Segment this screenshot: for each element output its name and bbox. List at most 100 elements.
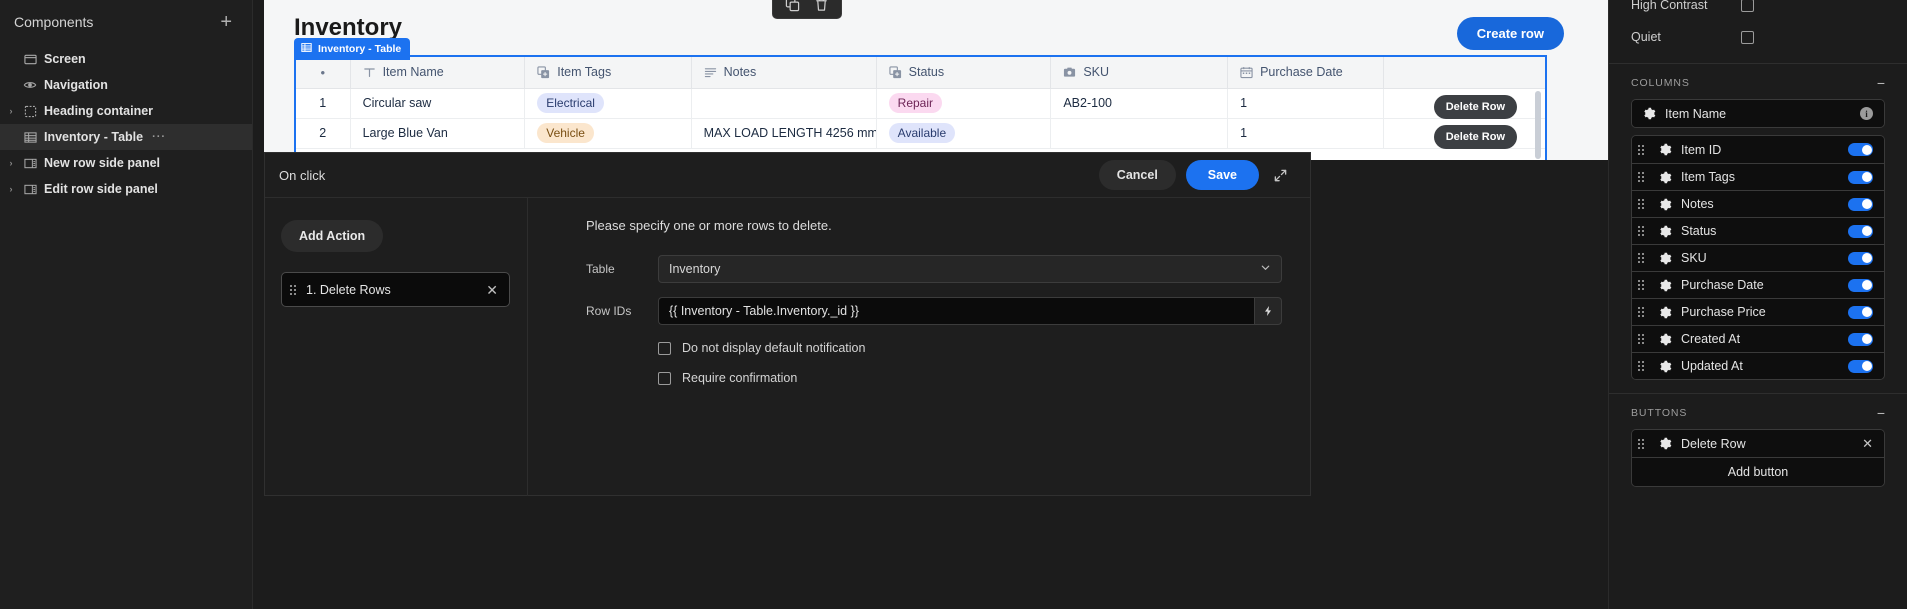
cancel-button[interactable]: Cancel <box>1098 160 1176 190</box>
drag-handle-icon[interactable] <box>290 284 296 295</box>
info-icon[interactable]: i <box>1860 107 1873 120</box>
column-visibility-toggle[interactable] <box>1848 359 1873 373</box>
gear-icon[interactable] <box>1659 198 1672 211</box>
add-button-button[interactable]: Add button <box>1632 457 1884 486</box>
minus-icon[interactable]: − <box>1877 406 1885 420</box>
require-confirmation-row[interactable]: Require confirmation <box>658 371 1282 385</box>
table-header-item-tags[interactable]: Item Tags <box>524 57 692 89</box>
save-button[interactable]: Save <box>1185 160 1259 190</box>
gear-icon[interactable] <box>1659 306 1672 319</box>
sidebar-item-inventory-table[interactable]: › Inventory - Table ··· <box>0 124 252 150</box>
trash-icon[interactable] <box>814 0 829 12</box>
cell-sku[interactable] <box>1050 118 1229 149</box>
chevron-right-icon[interactable]: › <box>4 184 18 194</box>
create-row-button[interactable]: Create row <box>1456 17 1564 50</box>
drag-handle-icon[interactable] <box>1638 199 1644 209</box>
column-row-item-tags[interactable]: Item Tags <box>1632 163 1884 190</box>
expand-icon[interactable] <box>1269 165 1292 186</box>
drag-handle-icon[interactable] <box>1638 438 1644 449</box>
column-row-item-name[interactable]: Item Name i <box>1632 100 1884 127</box>
delete-row-button[interactable]: Delete Row <box>1433 95 1517 119</box>
column-row-item-id[interactable]: Item ID <box>1632 136 1884 163</box>
high-contrast-checkbox[interactable] <box>1741 0 1754 12</box>
table-row[interactable]: 2 Large Blue Van Vehicle MAX LOAD LENGTH… <box>296 118 1545 149</box>
table-header-item-name[interactable]: Item Name <box>350 57 526 89</box>
table-header-sku[interactable]: SKU <box>1050 57 1229 89</box>
close-icon[interactable]: ✕ <box>486 283 498 297</box>
column-visibility-toggle[interactable] <box>1848 251 1873 265</box>
cell-sku[interactable]: AB2-100 <box>1050 88 1229 119</box>
column-visibility-toggle[interactable] <box>1848 278 1873 292</box>
add-action-button[interactable]: Add Action <box>281 220 384 252</box>
sidebar-item-heading-container[interactable]: › Heading container <box>0 98 252 124</box>
gear-icon[interactable] <box>1659 225 1672 238</box>
column-row-status[interactable]: Status <box>1632 217 1884 244</box>
column-visibility-toggle[interactable] <box>1848 332 1873 346</box>
sidebar-item-new-row-side-panel[interactable]: › New row side panel <box>0 150 252 176</box>
gear-icon[interactable] <box>1659 437 1672 450</box>
cell-status[interactable]: Available <box>876 118 1052 149</box>
column-row-sku[interactable]: SKU <box>1632 244 1884 271</box>
table-header-purchase-date[interactable]: Purchase Date <box>1227 57 1385 89</box>
cell-notes[interactable]: MAX LOAD LENGTH 4256 mm <box>691 118 877 149</box>
column-visibility-toggle[interactable] <box>1848 305 1873 319</box>
drag-handle-icon[interactable] <box>1638 172 1644 182</box>
sidebar-item-navigation[interactable]: › Navigation <box>0 72 252 98</box>
close-icon[interactable]: ✕ <box>1862 437 1873 450</box>
gear-icon[interactable] <box>1643 107 1656 120</box>
column-visibility-toggle[interactable] <box>1848 224 1873 238</box>
table-row[interactable]: 1 Circular saw Electrical Repair AB2-100… <box>296 88 1545 119</box>
delete-row-button[interactable]: Delete Row <box>1433 125 1517 149</box>
cell-item-tags[interactable]: Vehicle <box>524 118 692 149</box>
gear-icon[interactable] <box>1659 333 1672 346</box>
cell-purchase-date[interactable]: 1 <box>1227 118 1385 149</box>
column-visibility-toggle[interactable] <box>1848 143 1873 156</box>
minus-icon[interactable]: − <box>1877 76 1885 90</box>
selected-component-badge[interactable]: Inventory - Table <box>294 38 411 60</box>
drag-handle-icon[interactable] <box>1638 334 1644 344</box>
cell-status[interactable]: Repair <box>876 88 1052 119</box>
cell-item-name[interactable]: Large Blue Van <box>350 118 526 149</box>
drag-handle-icon[interactable] <box>1638 280 1644 290</box>
cell-item-name[interactable]: Circular saw <box>350 88 526 119</box>
action-list-item[interactable]: 1. Delete Rows ✕ <box>281 272 510 307</box>
column-row-updated-at[interactable]: Updated At <box>1632 352 1884 379</box>
gear-icon[interactable] <box>1659 252 1672 265</box>
no-default-notification-checkbox[interactable] <box>658 341 671 355</box>
cell-purchase-date[interactable]: 1 <box>1227 88 1385 119</box>
no-default-notification-row[interactable]: Do not display default notification <box>658 341 1282 355</box>
column-visibility-toggle[interactable] <box>1848 170 1873 184</box>
cell-notes[interactable] <box>691 88 877 119</box>
column-row-purchase-price[interactable]: Purchase Price <box>1632 298 1884 325</box>
duplicate-icon[interactable] <box>785 0 800 12</box>
gear-icon[interactable] <box>1659 360 1672 373</box>
lightning-icon[interactable] <box>1254 297 1282 325</box>
drag-handle-icon[interactable] <box>1638 144 1644 155</box>
gear-icon[interactable] <box>1659 143 1672 156</box>
sidebar-item-screen[interactable]: › Screen <box>0 46 252 72</box>
column-visibility-toggle[interactable] <box>1848 197 1873 211</box>
gear-icon[interactable] <box>1659 279 1672 292</box>
table-header-notes[interactable]: Notes <box>691 57 877 89</box>
require-confirmation-checkbox[interactable] <box>658 371 671 385</box>
chevron-right-icon[interactable]: › <box>4 158 18 168</box>
drag-handle-icon[interactable] <box>1638 361 1644 371</box>
drag-handle-icon[interactable] <box>1638 226 1644 236</box>
drag-handle-icon[interactable] <box>1638 307 1644 317</box>
sidebar-item-edit-row-side-panel[interactable]: › Edit row side panel <box>0 176 252 202</box>
quiet-checkbox[interactable] <box>1741 30 1754 44</box>
component-more-menu-icon[interactable]: ··· <box>152 131 166 143</box>
column-row-purchase-date[interactable]: Purchase Date <box>1632 271 1884 298</box>
cell-item-tags[interactable]: Electrical <box>524 88 692 119</box>
table-select[interactable]: Inventory <box>658 255 1282 283</box>
gear-icon[interactable] <box>1659 171 1672 184</box>
row-ids-input[interactable]: {{ Inventory - Table.Inventory._id }} <box>658 297 1254 325</box>
chevron-right-icon[interactable]: › <box>4 106 18 116</box>
button-row-delete-row[interactable]: Delete Row ✕ <box>1632 430 1884 457</box>
add-component-icon[interactable]: + <box>218 12 234 32</box>
table-header-status[interactable]: Status <box>876 57 1052 89</box>
drag-handle-icon[interactable] <box>1638 253 1644 263</box>
table-vertical-scrollbar[interactable] <box>1535 91 1541 159</box>
column-row-created-at[interactable]: Created At <box>1632 325 1884 352</box>
column-row-notes[interactable]: Notes <box>1632 190 1884 217</box>
